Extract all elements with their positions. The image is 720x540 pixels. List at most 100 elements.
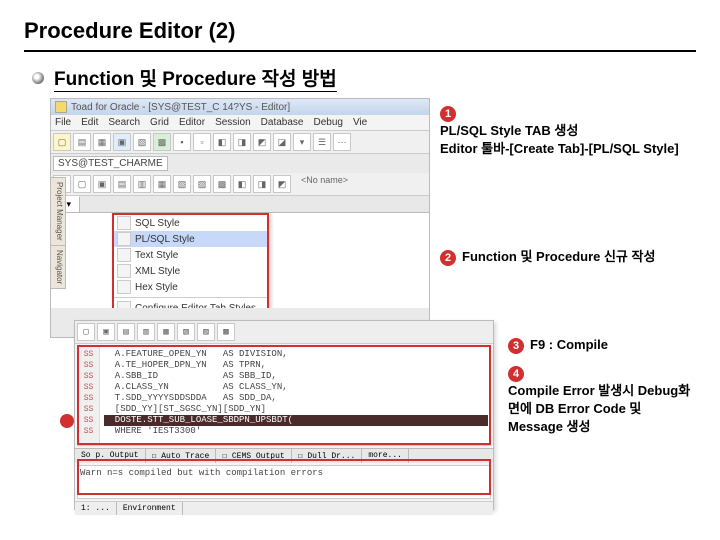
- dd-item-sql-style[interactable]: SQL Style: [114, 215, 267, 231]
- app-icon: [55, 101, 67, 113]
- bullet-icon: [32, 72, 44, 84]
- tb-btn[interactable]: ▦: [93, 133, 111, 151]
- tb-btn[interactable]: ▥: [137, 323, 155, 341]
- tb-btn[interactable]: ▤: [73, 133, 91, 151]
- tb-btn[interactable]: ◨: [253, 175, 271, 193]
- tb-btn[interactable]: ▪: [173, 133, 191, 151]
- no-name-label: <No name>: [301, 175, 348, 193]
- dd-item-text-style[interactable]: Text Style: [114, 247, 267, 263]
- menu-file[interactable]: File: [53, 117, 73, 128]
- env-tab[interactable]: 1: ...: [75, 502, 117, 515]
- window-titlebar: Toad for Oracle - [SYS@TEST_C 14?YS - Ed…: [51, 99, 429, 115]
- tb-btn[interactable]: ⋯: [333, 133, 351, 151]
- tb-btn[interactable]: ◧: [213, 133, 231, 151]
- output-tab[interactable]: So p. Output: [75, 449, 146, 463]
- tb-btn[interactable]: ▣: [93, 175, 111, 193]
- annotation-text: Function 및 Procedure 신규 작성: [462, 248, 655, 266]
- tb-btn[interactable]: ▣: [97, 323, 115, 341]
- subtitle-row: Function 및 Procedure 작성 방법: [32, 64, 696, 92]
- create-tab-dropdown: SQL Style PL/SQL Style Text Style XML St…: [112, 213, 269, 318]
- tb-btn[interactable]: ▨: [193, 175, 211, 193]
- code-line: A.CLASS_YN AS CLASS_YN,: [104, 382, 488, 393]
- code-line: [SDD_YY][ST_SGSC_YN][SDD_YN]: [104, 404, 488, 415]
- toolbar-lower: ▢ ▣ ▤ ▥ ▦ ▧ ▨ ▩: [75, 321, 493, 344]
- output-chk[interactable]: ☐ Auto Trace: [146, 449, 217, 463]
- output-chk[interactable]: ☐ CEMS Output: [216, 449, 291, 463]
- tb-btn[interactable]: ▢: [53, 133, 71, 151]
- tb-btn[interactable]: ▣: [113, 133, 131, 151]
- annotation-number: 3: [508, 338, 524, 354]
- tb-btn[interactable]: ▢: [73, 175, 91, 193]
- toolbar-editor: ▸ ▢ ▣ ▤ ▥ ▦ ▧ ▨ ▩ ◧ ◨ ◩ <No name>: [51, 173, 429, 196]
- subtitle: Function 및 Procedure 작성 방법: [54, 64, 337, 92]
- status-text: Warn n=s compiled but with compilation e…: [80, 468, 488, 478]
- tb-btn[interactable]: ▤: [117, 323, 135, 341]
- doc-icon: [117, 264, 131, 278]
- side-tab-project-manager[interactable]: Project Manager: [50, 177, 66, 246]
- tb-btn[interactable]: ▩: [153, 133, 171, 151]
- tb-btn[interactable]: ▦: [157, 323, 175, 341]
- tb-btn[interactable]: ▩: [217, 323, 235, 341]
- tb-btn[interactable]: ◨: [233, 133, 251, 151]
- tb-btn[interactable]: ◩: [273, 175, 291, 193]
- env-strip: 1: ... Environment: [75, 501, 493, 515]
- tb-btn[interactable]: ▦: [153, 175, 171, 193]
- env-tab[interactable]: Environment: [117, 502, 183, 515]
- tb-btn[interactable]: ☰: [313, 133, 331, 151]
- doc-icon: [117, 232, 131, 246]
- menu-debug[interactable]: Debug: [311, 117, 344, 128]
- gutter-mark: SS: [78, 415, 99, 426]
- menubar: File Edit Search Grid Editor Session Dat…: [51, 115, 429, 131]
- tb-btn[interactable]: ▩: [213, 175, 231, 193]
- annotation-number: 4: [508, 366, 524, 382]
- annotation-3: 3F9 : Compile: [508, 336, 608, 354]
- tb-btn[interactable]: ▧: [177, 323, 195, 341]
- annotation-4: 4Compile Error 발생시 Debug화면에 DB Error Cod…: [508, 364, 696, 435]
- code-line: T.SDD_YYYYSDDSDDA AS SDD_DA,: [104, 393, 488, 404]
- tb-btn[interactable]: ◧: [233, 175, 251, 193]
- annotation-number: 1: [440, 106, 456, 122]
- tb-btn[interactable]: ▤: [113, 175, 131, 193]
- doc-icon: [117, 280, 131, 294]
- gutter-mark: SS: [78, 426, 99, 437]
- tb-btn[interactable]: ◪: [273, 133, 291, 151]
- menu-grid[interactable]: Grid: [148, 117, 171, 128]
- menu-session[interactable]: Session: [213, 117, 253, 128]
- status-area: Warn n=s compiled but with compilation e…: [77, 465, 491, 499]
- dd-item-xml-style[interactable]: XML Style: [114, 263, 267, 279]
- tb-btn[interactable]: ▧: [173, 175, 191, 193]
- tb-btn[interactable]: ◩: [253, 133, 271, 151]
- output-chk[interactable]: more...: [362, 449, 409, 463]
- menu-edit[interactable]: Edit: [79, 117, 100, 128]
- side-tabs: Project Manager Navigator: [50, 177, 66, 288]
- code-line-error: DOSTE.STT_SUB_LOASE_SBDPN_UPSBDT(: [104, 415, 488, 426]
- side-tab-navigator[interactable]: Navigator: [50, 245, 66, 289]
- menu-view[interactable]: Vie: [351, 117, 369, 128]
- tb-btn[interactable]: ▨: [197, 323, 215, 341]
- tb-btn[interactable]: ▧: [133, 133, 151, 151]
- gutter-mark: SS: [78, 404, 99, 415]
- page-title: Procedure Editor (2): [24, 18, 696, 52]
- dd-label: XML Style: [135, 266, 180, 277]
- menu-editor[interactable]: Editor: [177, 117, 207, 128]
- code-editor[interactable]: SS SS SS SS SS SS SS SS A.FEATURE_OPEN_Y…: [77, 346, 491, 446]
- output-tabs: So p. Output ☐ Auto Trace ☐ CEMS Output …: [75, 448, 493, 463]
- code-line: A.TE_HOPER_DPN_YN AS TPRN,: [104, 360, 488, 371]
- gutter: SS SS SS SS SS SS SS SS: [78, 347, 100, 445]
- menu-search[interactable]: Search: [106, 117, 142, 128]
- screenshot-editor-bottom: ▢ ▣ ▤ ▥ ▦ ▧ ▨ ▩ SS SS SS SS SS SS SS SS …: [74, 320, 494, 510]
- annotation-1: 1PL/SQL Style TAB 생성 Editor 툴바-[Create T…: [440, 104, 696, 158]
- connection-combo[interactable]: SYS@TEST_CHARME: [53, 156, 168, 171]
- dd-label: SQL Style: [135, 218, 180, 229]
- menu-database[interactable]: Database: [259, 117, 306, 128]
- dd-item-hex-style[interactable]: Hex Style: [114, 279, 267, 295]
- tb-btn[interactable]: ▢: [77, 323, 95, 341]
- chk-label: Dull Dr...: [307, 452, 355, 461]
- annotation-text: Compile Error 발생시 Debug화면에 DB Error Code…: [508, 382, 696, 435]
- dd-item-plsql-style[interactable]: PL/SQL Style: [114, 231, 267, 247]
- tb-btn[interactable]: ▥: [133, 175, 151, 193]
- dd-separator: [114, 297, 267, 298]
- output-chk[interactable]: ☐ Dull Dr...: [292, 449, 363, 463]
- tb-btn[interactable]: ▾: [293, 133, 311, 151]
- tb-btn[interactable]: ▫: [193, 133, 211, 151]
